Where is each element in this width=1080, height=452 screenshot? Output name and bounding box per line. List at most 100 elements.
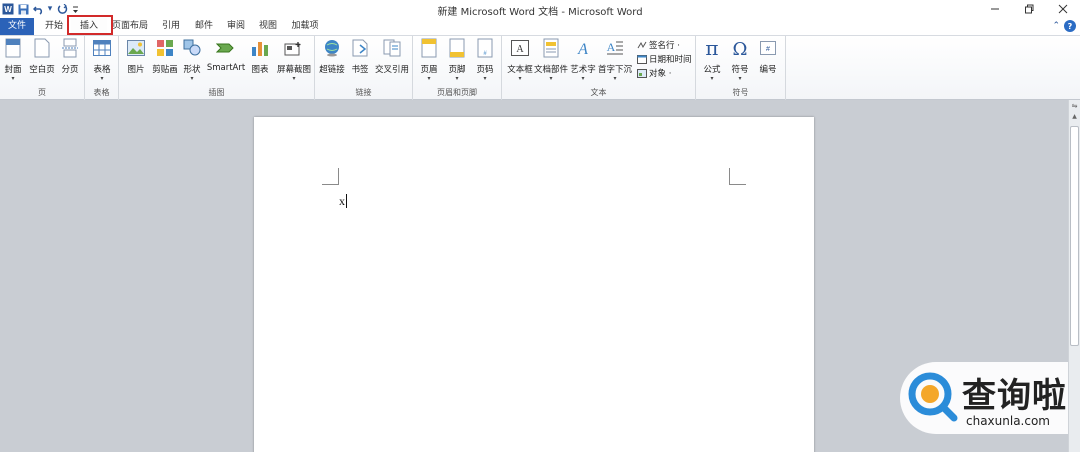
table-button[interactable]: 表格 ▾ xyxy=(91,38,113,82)
footer-label: 页脚 xyxy=(448,65,466,75)
tab-file[interactable]: 文件 xyxy=(0,18,34,35)
blank-page-button[interactable]: 空白页 xyxy=(28,38,56,75)
drop-cap-button[interactable]: A 首字下沉 ▾ xyxy=(598,38,632,82)
cover-page-button[interactable]: 封面 ▾ xyxy=(2,38,24,82)
group-tables-label: 表格 xyxy=(93,88,110,97)
number-icon: # xyxy=(758,38,778,58)
chart-icon xyxy=(250,38,270,58)
bookmark-label: 书签 xyxy=(351,65,369,75)
group-illustrations-label: 插图 xyxy=(208,88,225,97)
svg-text:A: A xyxy=(516,44,524,55)
chart-label: 图表 xyxy=(251,65,269,75)
clip-art-button[interactable]: 剪贴画 xyxy=(151,38,179,75)
signature-line-button[interactable]: 签名行 · xyxy=(637,39,680,51)
picture-button[interactable]: 图片 xyxy=(125,38,147,75)
tab-view[interactable]: 视图 xyxy=(254,18,282,35)
ribbon-insert: 封面 ▾ 空白页 分页 页 表格 ▾ 表格 图片 剪贴画 形状 ▾ SmartA… xyxy=(0,35,1080,100)
scroll-up-icon[interactable]: ▲ xyxy=(1070,113,1079,122)
equation-label: 公式 xyxy=(703,65,721,75)
pi-icon: π xyxy=(702,38,722,58)
insert-tab-highlight-box xyxy=(67,15,113,35)
group-pages: 封面 ▾ 空白页 分页 页 xyxy=(0,36,85,100)
restore-icon[interactable] xyxy=(1012,0,1046,18)
header-button[interactable]: 页眉 ▾ xyxy=(417,38,441,82)
tab-review[interactable]: 审阅 xyxy=(222,18,250,35)
tab-home[interactable]: 开始 xyxy=(40,18,68,35)
window-controls xyxy=(978,0,1080,18)
page-break-button[interactable]: 分页 xyxy=(60,38,80,75)
shapes-button[interactable]: 形状 ▾ xyxy=(181,38,203,82)
hyperlink-icon xyxy=(322,38,342,58)
smartart-label: SmartArt xyxy=(206,63,246,73)
tab-mailings[interactable]: 邮件 xyxy=(190,18,218,35)
table-icon xyxy=(92,38,112,58)
header-icon xyxy=(419,38,439,58)
screenshot-label: 屏幕截图 xyxy=(276,65,311,75)
tab-page-layout[interactable]: 页面布局 xyxy=(111,18,149,35)
svg-text:#: # xyxy=(766,46,770,53)
group-header-footer: 页眉 ▾ 页脚 ▾ # 页码 ▾ 页眉和页脚 xyxy=(413,36,502,100)
quick-parts-icon xyxy=(541,38,561,58)
crop-mark-top-left xyxy=(322,168,339,185)
help-icon[interactable]: ? xyxy=(1064,20,1076,32)
footer-button[interactable]: 页脚 ▾ xyxy=(445,38,469,82)
minimize-ribbon-icon[interactable]: ⌃ xyxy=(1052,21,1060,31)
screenshot-button[interactable]: 屏幕截图 ▾ xyxy=(275,38,313,82)
equation-button[interactable]: π 公式 ▾ xyxy=(700,38,724,82)
number-label: 编号 xyxy=(759,65,777,75)
title-bar: W ▾ 新建 Microsoft Word 文档 - Microsoft Wor… xyxy=(0,0,1080,18)
group-text: A 文本框 ▾ 文档部件 ▾ A 艺术字 ▾ A 首字下沉 ▾ 签名行 · 日期… xyxy=(502,36,696,100)
drop-cap-icon: A xyxy=(605,38,625,58)
watermark-brand: 查询啦 xyxy=(962,376,1067,416)
scroll-thumb[interactable] xyxy=(1070,126,1079,346)
clip-art-icon xyxy=(155,38,175,58)
group-symbols-label: 符号 xyxy=(732,88,749,97)
symbol-button[interactable]: Ω 符号 ▾ xyxy=(728,38,752,82)
group-links: 超链接 书签 交叉引用 链接 xyxy=(315,36,413,100)
object-icon xyxy=(637,68,647,78)
group-tables: 表格 ▾ 表格 xyxy=(85,36,119,100)
signature-line-icon xyxy=(637,41,647,50)
screenshot-icon xyxy=(284,38,304,58)
page-number-label: 页码 xyxy=(476,65,494,75)
footer-icon xyxy=(447,38,467,58)
watermark: 查询啦 chaxunla.com xyxy=(900,362,1068,434)
search-magnifier-icon xyxy=(908,372,958,422)
minimize-icon[interactable] xyxy=(978,0,1012,18)
wordart-icon: A xyxy=(573,38,593,58)
close-icon[interactable] xyxy=(1046,0,1080,18)
svg-text:Ω: Ω xyxy=(733,39,748,58)
date-time-button[interactable]: 日期和时间 xyxy=(637,53,692,65)
document-page[interactable]: x xyxy=(254,117,814,452)
quick-parts-button[interactable]: 文档部件 ▾ xyxy=(534,38,568,82)
bookmark-button[interactable]: 书签 xyxy=(349,38,371,75)
number-button[interactable]: # 编号 xyxy=(756,38,780,75)
document-text[interactable]: x xyxy=(339,194,345,209)
tab-references[interactable]: 引用 xyxy=(157,18,185,35)
symbol-label: 符号 xyxy=(731,65,749,75)
group-text-label: 文本 xyxy=(590,88,607,97)
page-number-button[interactable]: # 页码 ▾ xyxy=(473,38,497,82)
object-button[interactable]: 对象 · xyxy=(637,67,671,79)
text-box-button[interactable]: A 文本框 ▾ xyxy=(506,38,534,82)
watermark-url: chaxunla.com xyxy=(966,414,1050,428)
svg-text:π: π xyxy=(705,38,718,58)
drop-cap-label: 首字下沉 xyxy=(598,65,633,75)
table-label: 表格 xyxy=(93,65,111,75)
smartart-button[interactable]: SmartArt xyxy=(207,38,245,73)
svg-text:A: A xyxy=(607,40,616,54)
cross-reference-button[interactable]: 交叉引用 xyxy=(373,38,411,75)
ruler-toggle-icon[interactable]: ⇋ xyxy=(1070,102,1079,111)
chart-button[interactable]: 图表 xyxy=(249,38,271,75)
group-header-footer-label: 页眉和页脚 xyxy=(437,88,477,97)
date-time-label: 日期和时间 xyxy=(649,55,692,65)
signature-line-label: 签名行 · xyxy=(649,41,680,51)
header-label: 页眉 xyxy=(420,65,438,75)
tab-addins[interactable]: 加载项 xyxy=(286,18,324,35)
vertical-scrollbar[interactable]: ⇋ ▲ xyxy=(1068,100,1080,452)
hyperlink-button[interactable]: 超链接 xyxy=(317,38,347,75)
object-label: 对象 · xyxy=(649,69,672,79)
cross-reference-label: 交叉引用 xyxy=(374,65,409,75)
cross-reference-icon xyxy=(382,38,402,58)
wordart-button[interactable]: A 艺术字 ▾ xyxy=(570,38,596,82)
